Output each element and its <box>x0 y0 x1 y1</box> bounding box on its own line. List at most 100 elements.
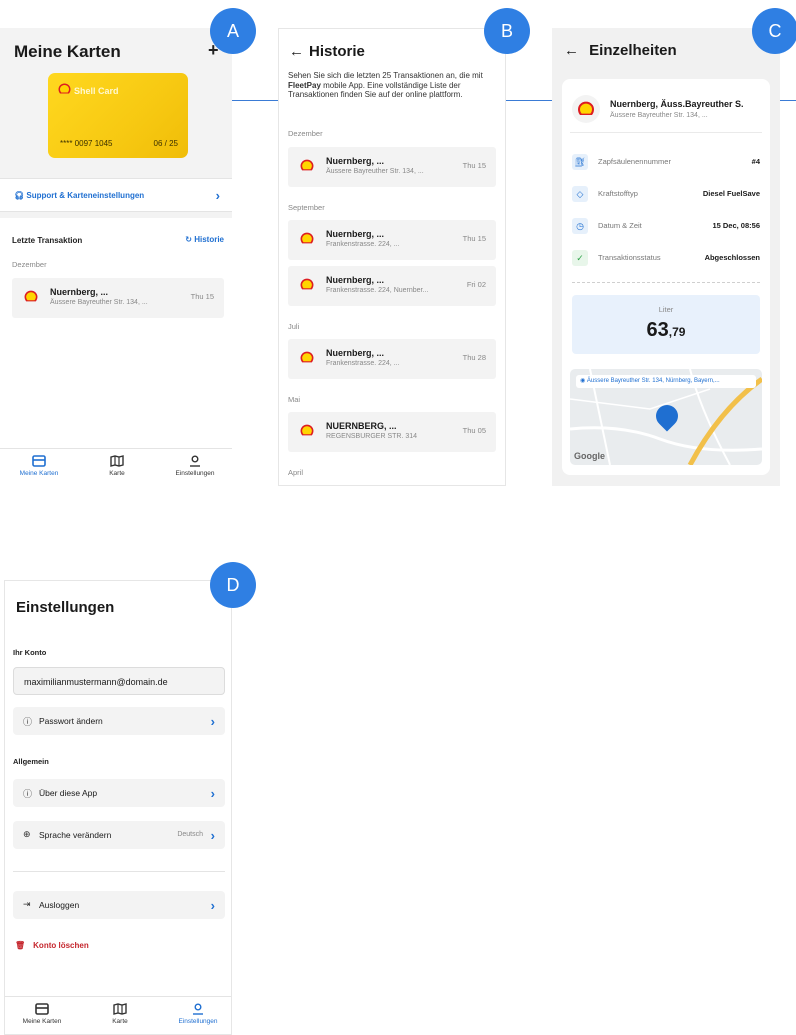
badge-d: D <box>210 562 256 608</box>
history-icon: ↻ <box>185 235 195 244</box>
location-pin-icon: ◉ <box>580 378 587 384</box>
back-button[interactable]: ← <box>564 42 579 59</box>
nav-settings[interactable]: Einstellungen <box>163 1003 231 1025</box>
last-transaction-label: Letzte Transaktion <box>12 236 83 245</box>
shell-logo-icon <box>300 424 314 442</box>
transaction-row[interactable]: Nuernberg, ... Frankenstrasse. 224, ... … <box>288 339 496 379</box>
liter-box: Liter 63,79 <box>572 295 760 354</box>
transaction-details-card: Nuernberg, Äuss.Bayreuther S. Äussere Ba… <box>562 79 770 475</box>
card-expiry: 06 / 25 <box>153 139 178 148</box>
month-label: Juli <box>288 322 300 331</box>
history-link[interactable]: ↻ Historie <box>185 235 224 244</box>
check-icon: ✓ <box>572 250 588 266</box>
arrow-left-icon: ← <box>289 43 304 60</box>
support-settings-row[interactable]: 🎧︎ Support & Karteneinstellungen › <box>0 178 232 212</box>
about-app-row[interactable]: ⓘ Über diese App › <box>13 779 225 807</box>
language-value: Deutsch <box>177 831 203 838</box>
detail-label: Transaktionsstatus <box>598 253 661 262</box>
badge-c: C <box>752 8 796 54</box>
nav-map[interactable]: Karte <box>85 1003 155 1025</box>
bottom-nav: Meine Karten Karte Einstellungen <box>0 448 232 486</box>
badge-b: B <box>484 8 530 54</box>
transaction-row[interactable]: Nuernberg, ... Frankenstrasse. 224, Nuer… <box>288 266 496 306</box>
detail-value: Abgeschlossen <box>704 253 760 262</box>
transaction-row[interactable]: Nuernberg, ... Äussere Bayreuther Str. 1… <box>288 147 496 187</box>
transaction-date: Thu 15 <box>462 234 486 243</box>
email-field[interactable]: maximilianmustermann@domain.de <box>13 667 225 695</box>
info-icon: ⓘ <box>23 789 33 799</box>
nav-label: Karte <box>109 470 125 477</box>
shell-logo-icon <box>572 95 600 123</box>
screen-my-cards: Meine Karten + Shell Card **** 0097 1045… <box>0 28 232 486</box>
dashed-divider <box>572 282 760 283</box>
row-label: Passwort ändern <box>39 716 103 726</box>
nav-my-cards[interactable]: Meine Karten <box>7 1003 77 1025</box>
screen-settings: Einstellungen Ihr Konto maximilianmuster… <box>4 580 232 1035</box>
section-label: Allgemein <box>13 757 49 766</box>
row-label: Sprache verändern <box>39 830 112 840</box>
nav-map[interactable]: Karte <box>82 455 152 477</box>
card-name: Shell Card <box>74 86 119 96</box>
detail-value: #4 <box>751 157 760 166</box>
chevron-right-icon: › <box>210 828 215 843</box>
transaction-date: Fri 02 <box>466 280 486 289</box>
google-logo: Google <box>574 451 605 461</box>
transaction-name: Nuernberg, ... <box>326 229 385 239</box>
shell-logo-icon <box>58 83 71 95</box>
station-map[interactable]: ◉ Äussere Bayreuther Str. 134, Nürnberg,… <box>570 369 762 465</box>
shell-logo-icon <box>300 351 314 369</box>
logout-icon: ⇥ <box>23 899 31 909</box>
history-description: Sehen Sie sich die letzten 25 Transaktio… <box>288 71 483 99</box>
transaction-address: Äussere Bayreuther Str. 134, ... <box>50 299 148 306</box>
nav-label: Meine Karten <box>19 470 59 477</box>
nav-settings[interactable]: Einstellungen <box>160 455 230 477</box>
screen-details: ← Einzelheiten Nuernberg, Äuss.Bayreuthe… <box>552 28 780 486</box>
card-icon <box>4 455 74 468</box>
detail-value: Diesel FuelSave <box>702 189 760 198</box>
badge-a: A <box>210 8 256 54</box>
connector-line-c-right <box>780 100 796 101</box>
last-transaction-section: Letzte Transaktion ↻ Historie Dezember N… <box>0 218 232 448</box>
chevron-right-icon: › <box>215 188 220 203</box>
delete-account-button[interactable]: 🗑︎ Konto löschen <box>15 941 89 950</box>
card-icon <box>7 1003 77 1016</box>
month-label: Mai <box>288 395 301 404</box>
transaction-name: NUERNBERG, ... <box>326 421 397 431</box>
liter-label: Liter <box>658 305 674 314</box>
screen-history: ← Historie Sehen Sie sich die letzten 25… <box>278 28 506 486</box>
transaction-date: Thu 15 <box>462 161 486 170</box>
back-button[interactable]: ← <box>289 43 304 60</box>
change-language-row[interactable]: ⊕ Sprache verändern Deutsch › <box>13 821 225 849</box>
chevron-right-icon: › <box>210 714 215 729</box>
headset-icon: 🎧︎ <box>14 191 27 200</box>
transaction-row[interactable]: Nuernberg, ... Frankenstrasse. 224, ... … <box>288 220 496 260</box>
transaction-address: REGENSBURGER STR. 314 <box>326 433 418 440</box>
transaction-date: Thu 05 <box>462 426 486 435</box>
logout-row[interactable]: ⇥ Ausloggen › <box>13 891 225 919</box>
change-password-row[interactable]: ⓘ Passwort ändern › <box>13 707 225 735</box>
shell-logo-icon <box>300 232 314 250</box>
map-icon <box>85 1003 155 1016</box>
arrow-left-icon: ← <box>564 42 579 59</box>
trash-icon: 🗑︎ <box>15 941 26 950</box>
cards-header: Meine Karten + Shell Card **** 0097 1045… <box>0 28 232 173</box>
connector-line-bc <box>506 100 552 101</box>
user-icon <box>160 455 230 468</box>
pump-icon: ⛽︎ <box>572 154 588 170</box>
email-value: maximilianmustermann@domain.de <box>24 677 168 687</box>
page-title: ← Einzelheiten <box>564 42 677 59</box>
drop-icon: ◇ <box>572 186 588 202</box>
transaction-row[interactable]: NUERNBERG, ... REGENSBURGER STR. 314 Thu… <box>288 412 496 452</box>
transaction-address: Frankenstrasse. 224, Nuernber... <box>326 287 429 294</box>
detail-label: Kraftstofftyp <box>598 189 638 198</box>
transaction-row[interactable]: Nuernberg, ... Äussere Bayreuther Str. 1… <box>12 278 224 318</box>
divider <box>13 871 225 872</box>
bottom-nav: Meine Karten Karte Einstellungen <box>5 996 231 1034</box>
liter-value: 63,79 <box>646 319 686 341</box>
support-label: 🎧︎ Support & Karteneinstellungen <box>14 191 145 200</box>
nav-my-cards[interactable]: Meine Karten <box>4 455 74 477</box>
nav-label: Einstellungen <box>178 1018 218 1025</box>
detail-value: 15 Dec, 08:56 <box>712 221 760 230</box>
shell-card[interactable]: Shell Card **** 0097 1045 06 / 25 <box>48 73 188 158</box>
row-label: Ausloggen <box>39 900 80 910</box>
